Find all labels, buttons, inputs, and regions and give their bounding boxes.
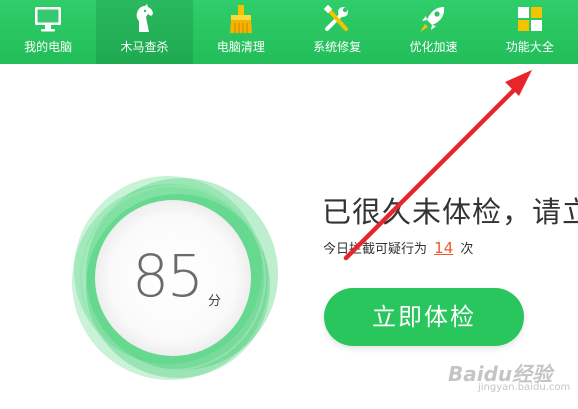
blocked-behavior-summary: 今日拦截可疑行为 14 次 [323,239,473,259]
tab-all-features[interactable]: 功能大全 [482,0,578,64]
tab-system-repair[interactable]: 系统修复 [289,0,385,64]
blocked-behavior-suffix: 次 [460,242,474,257]
tab-all-features-label: 功能大全 [505,40,554,54]
tools-icon [323,4,349,31]
broom-icon [229,5,252,33]
health-score-unit: 分 [208,294,222,309]
top-toolbar: 我的电脑 木马查杀 电脑清理 系统修复 优化加速 功能大全 [0,0,578,64]
blocked-behavior-count[interactable]: 14 [434,239,453,257]
checkup-reminder-headline: 已很久未体检，请立 [322,195,578,229]
tab-trojan-scan[interactable]: 木马查杀 [96,0,193,64]
tab-pc-cleanup[interactable]: 电脑清理 [193,0,289,64]
watermark-site: jingyan.baidu.com [478,382,571,393]
tab-my-computer[interactable]: 我的电脑 [0,0,96,64]
blocked-behavior-prefix: 今日拦截可疑行为 [323,242,428,257]
tab-my-computer-label: 我的电脑 [24,40,73,54]
health-score-value: 85 [132,242,204,310]
tab-pc-cleanup-label: 电脑清理 [216,40,265,54]
tab-trojan-scan-label: 木马查杀 [120,40,169,54]
grid-icon [517,7,542,31]
tab-system-repair-label: 系统修复 [313,40,362,54]
tab-optimize-speedup-label: 优化加速 [409,40,458,54]
check-now-button[interactable]: 立即体检 [324,288,524,346]
baidu-watermark: Baidu经验 jingyan.baidu.com [440,352,570,402]
monitor-icon [35,7,62,32]
horse-icon [137,4,154,32]
tab-optimize-speedup[interactable]: 优化加速 [385,0,481,64]
rocket-icon [420,7,445,32]
